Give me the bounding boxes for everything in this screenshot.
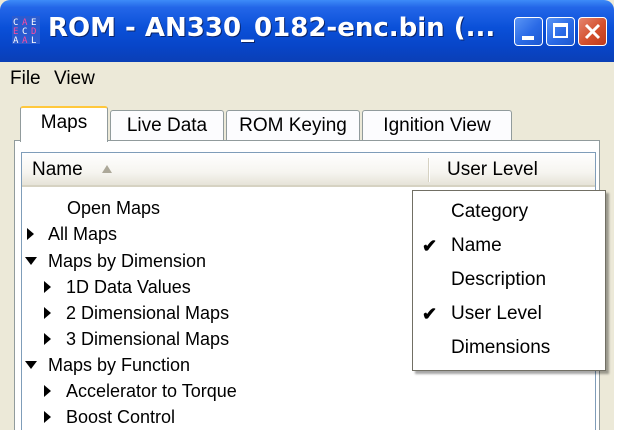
- tree-item-maps-by-function[interactable]: Maps by Function: [22, 353, 422, 378]
- expand-arrow-icon[interactable]: [44, 281, 51, 293]
- expand-arrow-icon[interactable]: [44, 385, 51, 397]
- tree-item-label: 1D Data Values: [66, 277, 191, 297]
- menu-bar: File View: [3, 62, 611, 98]
- sort-ascending-icon: [102, 165, 112, 173]
- tree-item-label: Maps by Dimension: [48, 251, 207, 271]
- checkmark-icon: ✔: [422, 236, 438, 256]
- tree-item-3-dimensional-maps[interactable]: 3 Dimensional Maps: [22, 327, 422, 352]
- tree-item-boost-control[interactable]: Boost Control: [22, 405, 422, 430]
- tree-item-label: All Maps: [48, 224, 118, 244]
- tree-item-all-maps[interactable]: All Maps: [22, 222, 422, 247]
- menu-item-name[interactable]: ✔ Name: [413, 228, 605, 262]
- tree-item-2-dimensional-maps[interactable]: 2 Dimensional Maps: [22, 301, 422, 326]
- column-divider[interactable]: [428, 158, 430, 182]
- tree-item-label: Maps by Function: [48, 355, 191, 375]
- expand-arrow-icon[interactable]: [44, 307, 51, 319]
- minimize-icon: [522, 36, 534, 40]
- checkmark-icon: ✔: [422, 304, 438, 324]
- close-icon: [584, 23, 601, 40]
- menu-item-user-level[interactable]: ✔ User Level: [413, 296, 605, 330]
- collapse-arrow-icon[interactable]: [25, 361, 37, 369]
- tree-item-maps-by-dimension[interactable]: Maps by Dimension: [22, 249, 422, 274]
- tree-item-label: 2 Dimensional Maps: [66, 303, 230, 323]
- menu-item-dimensions[interactable]: Dimensions: [413, 330, 605, 364]
- tree-item-label: Open Maps: [67, 198, 161, 218]
- maximize-icon: [553, 23, 568, 38]
- svg-text:L: L: [31, 36, 36, 44]
- close-button[interactable]: [578, 17, 607, 46]
- menu-item-category[interactable]: Category: [413, 194, 605, 228]
- tree-item-open-maps[interactable]: Open Maps: [22, 196, 422, 221]
- column-chooser-menu: Category ✔ Name Description ✔ User Level…: [412, 190, 606, 371]
- minimize-button[interactable]: [514, 17, 543, 46]
- column-header: Name User Level: [22, 153, 595, 187]
- tree-item-label: 3 Dimensional Maps: [66, 329, 230, 349]
- title-bar[interactable]: C A E E C D A A L ROM - AN330_0182-enc.b…: [0, 0, 614, 62]
- user-level-column-header[interactable]: User Level: [447, 159, 538, 181]
- tree-item-label: Accelerator to Torque: [66, 381, 237, 401]
- tab-live-data[interactable]: Live Data: [110, 110, 224, 142]
- menu-item-label: Description: [451, 269, 547, 290]
- expand-arrow-icon[interactable]: [27, 228, 34, 240]
- tab-rom-keying[interactable]: ROM Keying: [226, 110, 360, 142]
- tab-ignition-view[interactable]: Ignition View: [362, 110, 512, 142]
- expand-arrow-icon[interactable]: [44, 411, 51, 423]
- tab-maps[interactable]: Maps: [20, 106, 108, 142]
- tree-item-1d-data-values[interactable]: 1D Data Values: [22, 275, 422, 300]
- collapse-arrow-icon[interactable]: [25, 257, 37, 265]
- svg-text:A: A: [22, 36, 28, 44]
- tree-item-label: Boost Control: [66, 407, 176, 427]
- app-logo-icon: C A E E C D A A L: [12, 16, 40, 44]
- menu-view[interactable]: View: [54, 68, 95, 90]
- menu-item-description[interactable]: Description: [413, 262, 605, 296]
- svg-text:A: A: [13, 36, 19, 44]
- window-title: ROM - AN330_0182-enc.bin (...: [48, 13, 496, 43]
- menu-item-label: Name: [451, 235, 502, 256]
- menu-item-label: Dimensions: [451, 337, 551, 358]
- expand-arrow-icon[interactable]: [44, 333, 51, 345]
- name-column-header[interactable]: Name: [32, 159, 83, 181]
- maximize-button[interactable]: [546, 17, 575, 46]
- tree-item-accelerator-to-torque[interactable]: Accelerator to Torque: [22, 379, 422, 404]
- menu-file[interactable]: File: [10, 68, 41, 90]
- menu-item-label: Category: [451, 201, 529, 222]
- application-window: C A E E C D A A L ROM - AN330_0182-enc.b…: [0, 0, 614, 430]
- menu-item-label: User Level: [451, 303, 542, 324]
